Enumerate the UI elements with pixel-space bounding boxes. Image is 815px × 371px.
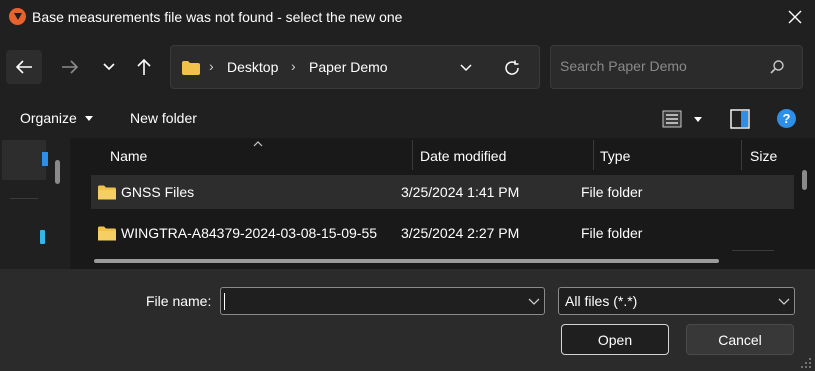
file-list: Name Date modified Type Size GNSS Files … [72,138,815,269]
folder-icon [182,61,200,75]
arrow-up-icon [137,58,151,75]
nav-pane-scroll-thumb[interactable] [55,160,60,184]
back-button[interactable] [6,50,42,84]
file-type-value: All files (*.*) [565,293,638,309]
window-title: Base measurements file was not found - s… [32,9,403,25]
column-size[interactable]: Size [750,148,777,164]
file-name-combobox[interactable] [220,287,545,315]
arrow-left-icon [15,60,32,74]
list-view-icon[interactable] [662,110,682,128]
nav-pane-divider [10,198,38,199]
dialog-footer: File name: All files (*.*) Open Cancel [0,269,815,371]
file-row[interactable]: GNSS Files 3/25/2024 1:41 PM File folder [91,175,794,209]
folder-icon [98,185,116,200]
breadcrumb-separator: › [291,58,296,74]
navigation-bar: › Desktop › Paper Demo [0,34,815,98]
chevron-down-icon [460,64,472,72]
file-date-modified: 3/25/2024 1:41 PM [401,184,520,200]
file-name-label: File name: [146,293,212,309]
search-input[interactable] [560,58,760,74]
file-name-input[interactable] [225,292,515,308]
arrow-right-icon [62,60,79,74]
chevron-down-icon [778,298,790,305]
nav-pane-selected-item[interactable] [2,140,48,180]
close-button[interactable] [780,2,810,32]
file-row[interactable]: WINGTRA-A84379-2024-03-08-15-09-55 3/25/… [91,216,794,250]
title-bar: Base measurements file was not found - s… [0,0,815,34]
file-date-modified: 3/25/2024 2:27 PM [401,225,520,241]
address-dropdown-button[interactable] [455,58,477,78]
help-button[interactable]: ? [777,109,796,128]
organize-button[interactable]: Organize [20,110,77,126]
breadcrumb-desktop[interactable]: Desktop [227,59,278,75]
column-separator[interactable] [741,140,742,170]
nav-pane-item-icon [42,152,48,166]
up-button[interactable] [130,50,158,84]
file-type: File folder [581,225,643,241]
new-folder-button[interactable]: New folder [130,110,197,126]
sort-ascending-icon [253,141,263,147]
row-divider [732,250,774,251]
column-separator[interactable] [593,140,594,170]
refresh-button[interactable] [501,57,523,79]
column-date-modified[interactable]: Date modified [420,148,506,164]
chevron-down-icon[interactable] [527,294,541,308]
view-options-caret-icon[interactable] [694,117,702,122]
column-name[interactable]: Name [110,148,147,164]
command-toolbar: Organize New folder ? [0,98,815,138]
app-logo-icon [9,8,26,25]
column-type[interactable]: Type [600,148,630,164]
search-box[interactable] [550,45,803,89]
refresh-icon [505,60,519,75]
file-name: WINGTRA-A84379-2024-03-08-15-09-55 [121,225,378,241]
close-icon [788,10,802,24]
column-header: Name Date modified Type Size [72,138,815,173]
organize-caret-icon [85,116,93,121]
cancel-button[interactable]: Cancel [686,324,794,355]
recent-locations-button[interactable] [95,50,123,84]
vertical-scroll-thumb[interactable] [802,170,807,190]
column-separator[interactable] [412,140,413,170]
file-name: GNSS Files [121,184,195,200]
breadcrumb-paper-demo[interactable]: Paper Demo [309,59,388,75]
open-button[interactable]: Open [561,324,669,355]
forward-button[interactable] [56,50,84,84]
folder-icon [98,226,116,241]
file-type-select[interactable]: All files (*.*) [558,287,795,315]
breadcrumb-separator: › [209,58,214,74]
resize-grip-icon[interactable] [800,357,812,369]
file-type: File folder [581,184,643,200]
navigation-pane [0,138,72,269]
horizontal-scrollbar[interactable] [94,259,719,263]
chevron-down-icon [103,63,115,71]
address-bar[interactable]: › Desktop › Paper Demo [170,45,540,89]
nav-pane-drive-icon[interactable] [40,230,45,244]
preview-pane-icon[interactable] [730,109,750,129]
search-icon [770,60,784,74]
